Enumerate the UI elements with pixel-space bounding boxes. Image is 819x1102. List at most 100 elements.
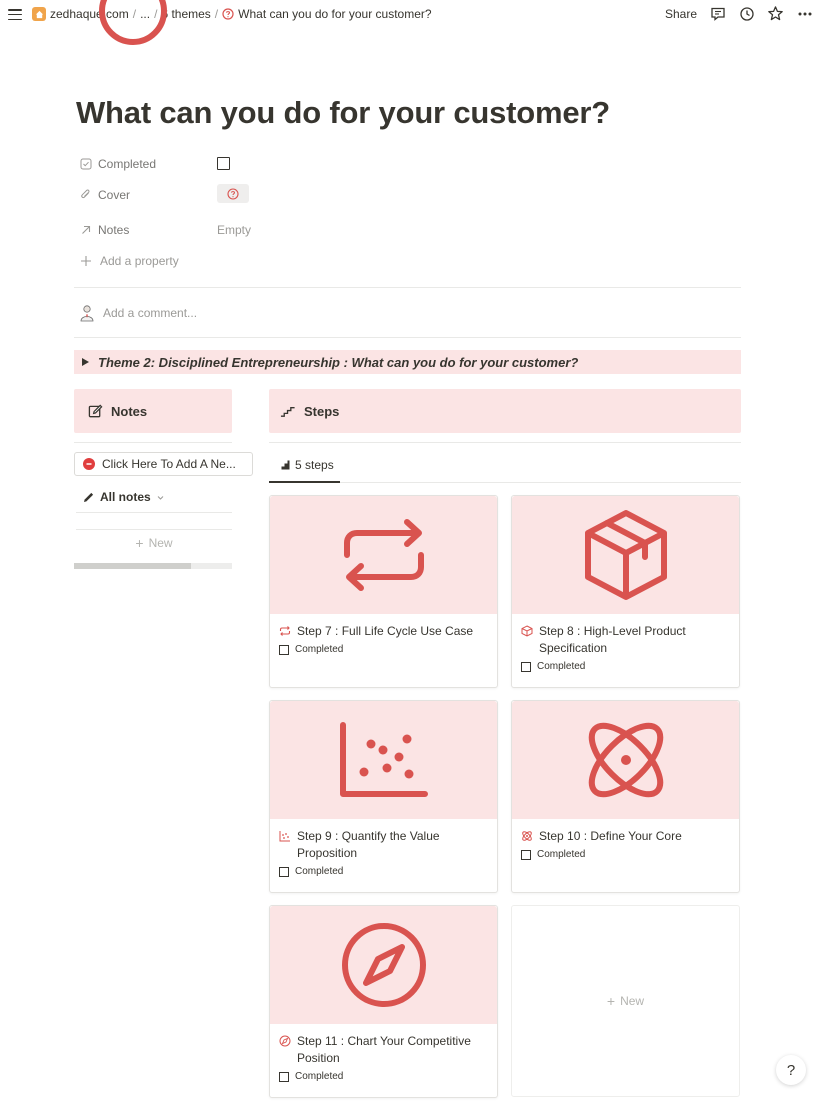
step-card[interactable]: Step 10 : Define Your Core Completed xyxy=(511,700,740,893)
arrow-relation-icon xyxy=(79,224,92,237)
step-card[interactable]: Step 9 : Quantify the Value Proposition … xyxy=(269,700,498,893)
new-label: New xyxy=(148,536,173,550)
card-cover xyxy=(270,906,497,1024)
add-circle-icon xyxy=(83,458,95,470)
add-note-button[interactable]: Click Here To Add A Ne... xyxy=(74,452,253,476)
card-prop-label: Completed xyxy=(295,1071,344,1082)
completed-checkbox[interactable] xyxy=(279,866,289,877)
add-property-label: Add a property xyxy=(100,254,179,268)
divider xyxy=(74,337,741,338)
notes-value[interactable]: Empty xyxy=(217,223,251,237)
compass-icon xyxy=(279,1035,291,1047)
completed-checkbox[interactable] xyxy=(279,1071,289,1082)
property-cover[interactable]: Cover xyxy=(79,188,130,202)
edit-note-icon xyxy=(87,403,103,419)
divider xyxy=(74,442,232,443)
question-icon xyxy=(222,8,234,20)
page-title[interactable]: What can you do for your customer? xyxy=(76,95,610,131)
steps-heading: Steps xyxy=(304,403,340,419)
repeat-icon xyxy=(343,519,424,591)
card-cover xyxy=(270,701,497,819)
card-title: Step 10 : Define Your Core xyxy=(539,829,682,843)
new-step-card[interactable]: + New xyxy=(511,905,740,1097)
atom-icon xyxy=(522,831,532,841)
breadcrumb: zedhaque.com / ... / 6 themes / What can… xyxy=(32,7,432,21)
divider xyxy=(76,529,232,530)
completed-checkbox[interactable] xyxy=(279,644,289,655)
comment-icon[interactable] xyxy=(709,5,726,22)
card-property: Completed xyxy=(270,640,497,655)
question-icon xyxy=(227,187,239,200)
notes-heading: Notes xyxy=(111,403,148,419)
card-cover xyxy=(512,701,739,819)
chevron-down-icon xyxy=(157,495,164,500)
breadcrumb-current[interactable]: What can you do for your customer? xyxy=(238,7,431,21)
comment-placeholder: Add a comment... xyxy=(103,306,198,320)
share-button[interactable]: Share xyxy=(665,7,697,21)
breadcrumb-parent[interactable]: 6 themes xyxy=(161,7,210,21)
cover-thumbnail[interactable] xyxy=(217,184,249,203)
steps-callout: Steps xyxy=(269,389,741,433)
toggle-arrow-icon[interactable] xyxy=(82,358,89,366)
toggle-text: Theme 2: Disciplined Entrepreneurship : … xyxy=(98,354,579,370)
divider xyxy=(76,512,232,513)
divider xyxy=(269,442,741,443)
step-card[interactable]: Step 11 : Chart Your Competitive Positio… xyxy=(269,905,498,1098)
history-icon[interactable] xyxy=(738,5,755,22)
scrollbar-thumb[interactable] xyxy=(74,563,191,569)
card-cover xyxy=(512,496,739,614)
completed-checkbox[interactable] xyxy=(217,157,230,170)
page-icon[interactable] xyxy=(98,0,168,46)
step-card[interactable]: Step 7 : Full Life Cycle Use Case Comple… xyxy=(269,495,498,688)
help-button[interactable]: ? xyxy=(776,1055,806,1085)
card-prop-label: Completed xyxy=(295,866,344,877)
horizontal-scrollbar[interactable] xyxy=(74,563,232,569)
property-name: Completed xyxy=(98,157,157,171)
cube-icon xyxy=(584,510,667,600)
step-card[interactable]: Step 8 : High-Level Product Specificatio… xyxy=(511,495,740,688)
star-icon[interactable] xyxy=(767,5,784,22)
avatar xyxy=(80,305,94,322)
sidebar-menu-icon[interactable] xyxy=(8,9,22,20)
stairs-small-icon xyxy=(278,460,290,470)
scatter-chart-icon xyxy=(339,722,428,797)
card-title: Step 9 : Quantify the Value Proposition xyxy=(297,829,440,860)
home-icon xyxy=(32,7,46,21)
new-note-row[interactable]: + New xyxy=(76,529,232,557)
completed-checkbox[interactable] xyxy=(521,849,531,860)
view-label: All notes xyxy=(100,490,151,504)
tab-active-indicator xyxy=(269,481,340,483)
plus-icon xyxy=(79,255,92,268)
top-actions: Share xyxy=(665,5,813,22)
divider xyxy=(74,287,741,288)
checkbox-prop-icon xyxy=(79,158,92,171)
theme-toggle[interactable]: Theme 2: Disciplined Entrepreneurship : … xyxy=(74,350,741,374)
tab-5-steps[interactable]: 5 steps xyxy=(269,458,334,472)
card-cover xyxy=(270,496,497,614)
more-icon[interactable] xyxy=(796,5,813,22)
repeat-icon xyxy=(279,626,291,636)
property-notes[interactable]: Notes xyxy=(79,223,129,237)
atom-icon xyxy=(588,722,663,798)
breadcrumb-separator: / xyxy=(214,7,219,21)
card-property: Completed xyxy=(270,1067,497,1082)
property-name: Cover xyxy=(98,188,131,202)
card-prop-label: Completed xyxy=(537,661,586,672)
completed-checkbox[interactable] xyxy=(521,661,531,672)
card-title: Step 7 : Full Life Cycle Use Case xyxy=(297,624,474,638)
card-prop-label: Completed xyxy=(295,644,344,655)
plus-icon: + xyxy=(606,993,616,1009)
card-title: Step 8 : High-Level Product Specificatio… xyxy=(539,624,686,655)
property-completed[interactable]: Completed xyxy=(79,157,156,171)
scatter-chart-icon xyxy=(279,831,290,842)
property-name: Notes xyxy=(98,223,130,237)
plus-icon: + xyxy=(135,535,144,551)
card-prop-label: Completed xyxy=(537,849,586,860)
stairs-icon xyxy=(280,403,296,419)
all-notes-view[interactable]: All notes xyxy=(82,490,165,504)
pencil-icon xyxy=(84,492,94,502)
comment-input[interactable]: Add a comment... xyxy=(79,304,197,322)
card-property: Completed xyxy=(512,845,739,860)
new-label: New xyxy=(620,994,645,1008)
add-property-button[interactable]: Add a property xyxy=(79,254,179,268)
